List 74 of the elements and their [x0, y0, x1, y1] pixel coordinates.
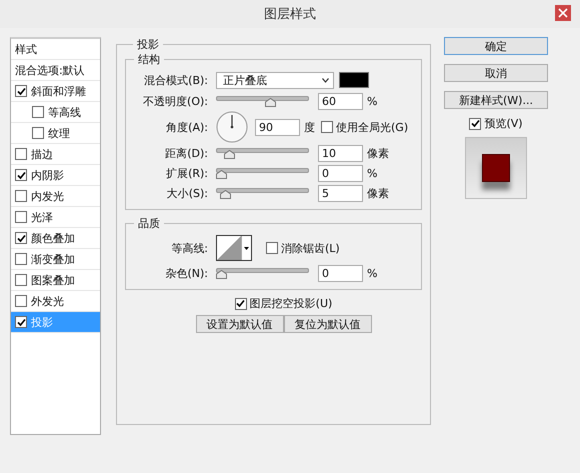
dropdown[interactable]: 正片叠底 — [216, 72, 334, 88]
checkbox[interactable] — [15, 253, 27, 265]
slider[interactable] — [216, 94, 309, 108]
checkbox-label: 预览(V) — [484, 116, 523, 131]
checkbox[interactable] — [15, 211, 27, 223]
field-label: 扩展(R): — [165, 166, 209, 180]
checkbox[interactable] — [15, 85, 27, 97]
group-title: 投影 — [136, 37, 160, 52]
field-label: 距离(D): — [164, 146, 209, 160]
checkbox[interactable] — [15, 169, 27, 181]
slider[interactable] — [216, 266, 309, 280]
input-field[interactable]: 0 — [318, 264, 363, 282]
button[interactable]: 新建样式(W)... — [444, 91, 548, 109]
style-list-item[interactable]: 内发光 — [11, 186, 100, 207]
input-field[interactable]: 10 — [318, 144, 363, 162]
checkbox[interactable] — [234, 298, 247, 310]
checkbox-label: 图层挖空投影(U) — [250, 296, 332, 311]
style-list-item[interactable]: 颜色叠加 — [11, 228, 100, 249]
button[interactable]: 取消 — [444, 64, 548, 82]
button[interactable]: 设置为默认值 — [196, 315, 284, 333]
button[interactable]: 确定 — [444, 37, 548, 55]
checkbox[interactable] — [469, 118, 482, 130]
color-swatch[interactable] — [339, 72, 369, 88]
field-label: 角度(A): — [165, 120, 209, 134]
checkbox[interactable] — [15, 274, 27, 286]
caret-icon — [241, 236, 251, 260]
input-field[interactable]: 0 — [318, 164, 363, 182]
button[interactable]: 复位为默认值 — [284, 315, 372, 333]
style-list-item[interactable]: 内阴影 — [11, 165, 100, 186]
checkbox-label: 使用全局光(G) — [336, 120, 408, 134]
unit-label: 度 — [304, 120, 315, 134]
input-field[interactable]: 5 — [318, 184, 363, 202]
checkbox[interactable] — [32, 127, 44, 139]
checkbox[interactable] — [15, 295, 27, 307]
field-label: 大小(S): — [166, 186, 209, 200]
unit-label: 像素 — [367, 146, 389, 160]
field-label: 杂色(N): — [164, 266, 209, 280]
style-list-item[interactable]: 混合选项:默认 — [11, 60, 100, 81]
style-list-item[interactable]: 光泽 — [11, 207, 100, 228]
group-title: 品质 — [137, 216, 161, 231]
group-title: 结构 — [137, 52, 161, 67]
slider[interactable] — [216, 146, 309, 160]
checkbox[interactable] — [15, 190, 27, 202]
slider[interactable] — [216, 166, 309, 180]
angle-dial[interactable] — [216, 111, 248, 143]
checkbox-label: 消除锯齿(L) — [281, 240, 340, 256]
style-list-item[interactable]: 等高线 — [11, 102, 100, 123]
unit-label: 像素 — [367, 186, 389, 200]
field-label: 不透明度(O): — [142, 94, 209, 108]
unit-label: % — [367, 166, 378, 180]
caret-icon — [322, 78, 329, 82]
checkbox[interactable] — [266, 242, 278, 254]
style-list-item[interactable]: 样式 — [11, 39, 100, 60]
input-field[interactable]: 90 — [255, 118, 300, 136]
unit-label: % — [367, 266, 378, 280]
checkbox[interactable] — [32, 106, 44, 118]
field-label: 等高线: — [170, 240, 209, 256]
input-field[interactable]: 60 — [318, 92, 363, 110]
style-list-item[interactable]: 纹理 — [11, 123, 100, 144]
style-list-item[interactable]: 斜面和浮雕 — [11, 81, 100, 102]
contour-picker[interactable] — [216, 235, 252, 261]
checkbox[interactable] — [15, 148, 27, 160]
preview-square — [482, 154, 510, 182]
style-list-item[interactable]: 图案叠加 — [11, 270, 100, 291]
style-list-item[interactable]: 描边 — [11, 144, 100, 165]
close-icon[interactable] — [555, 5, 571, 21]
unit-label: % — [367, 94, 378, 108]
checkbox[interactable] — [15, 232, 27, 244]
checkbox[interactable] — [15, 316, 27, 328]
checkbox[interactable] — [321, 121, 333, 133]
window-title: 图层样式 — [264, 6, 316, 23]
field-label: 混合模式(B): — [143, 72, 209, 88]
slider[interactable] — [216, 186, 309, 200]
style-list-item[interactable]: 渐变叠加 — [11, 249, 100, 270]
